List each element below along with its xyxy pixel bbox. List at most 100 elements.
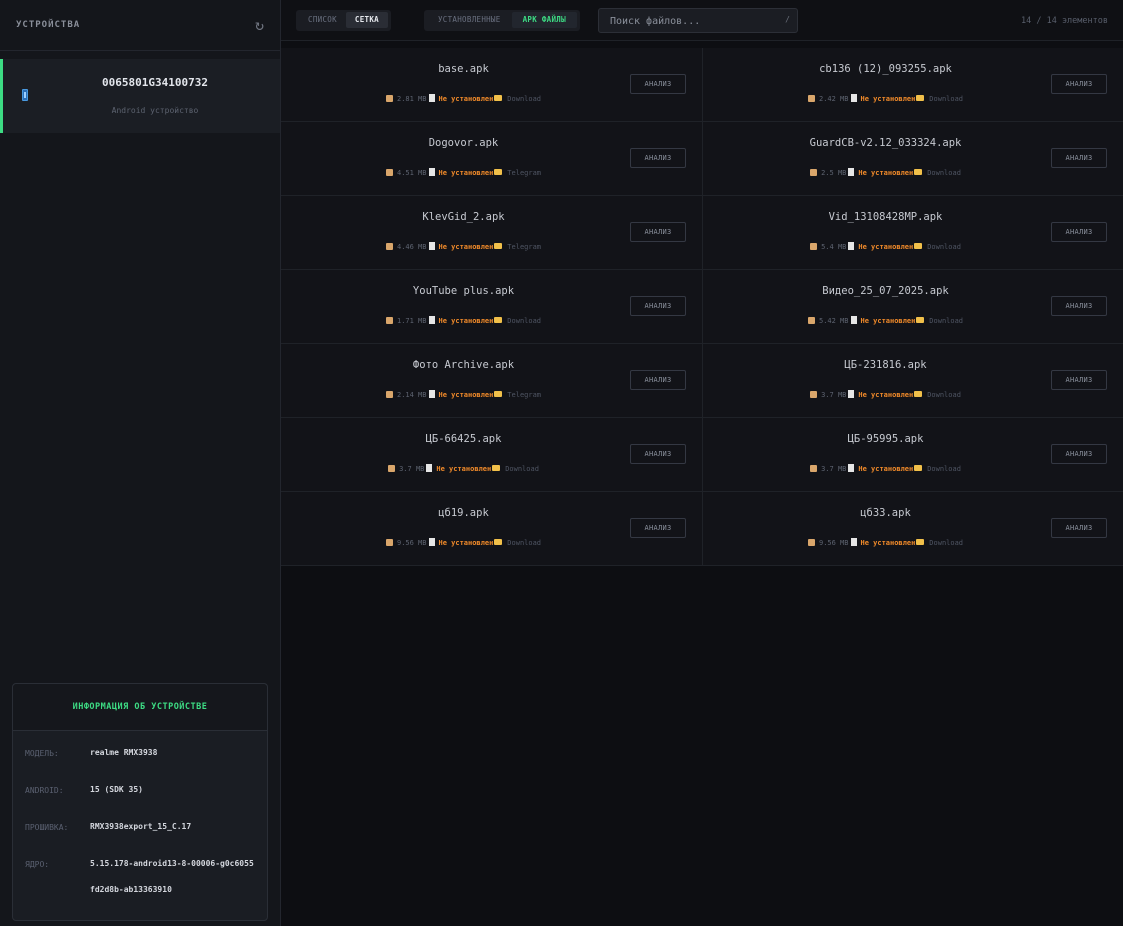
file-size: 9.56 MB: [818, 539, 849, 547]
folder-icon: [494, 95, 503, 101]
package-icon: [807, 95, 815, 102]
file-size: 1.71 MB: [396, 317, 427, 325]
install-status: Не установлен: [858, 391, 914, 399]
file-meta: 4.46 MB Не установлен Telegram: [281, 242, 646, 251]
analyze-button[interactable]: АНАЛИЗ: [630, 370, 686, 390]
file-size: 9.56 MB: [396, 539, 427, 547]
file-meta: 3.7 MB Не установлен Download: [703, 390, 1068, 399]
file-card[interactable]: ЦБ-231816.apk 3.7 MB Не установлен Download…: [703, 344, 1123, 418]
folder-icon: [916, 317, 925, 323]
toolbar: СПИСОК СЕТКА УСТАНОВЛЕННЫЕ APK ФАЙЛЫ / 1…: [281, 0, 1123, 41]
analyze-button[interactable]: АНАЛИЗ: [1051, 370, 1107, 390]
analyze-button[interactable]: АНАЛИЗ: [1051, 74, 1107, 94]
file-card[interactable]: YouTube plus.apk 1.71 MB Не установлен Down…: [281, 270, 703, 344]
filter-apk-button[interactable]: APK ФАЙЛЫ: [511, 12, 577, 28]
folder-icon: [492, 465, 501, 471]
info-value: 15 (SDK 35): [90, 785, 143, 794]
analyze-button[interactable]: АНАЛИЗ: [1051, 148, 1107, 168]
device-serial: 0065801G34100732: [102, 76, 208, 89]
analyze-button[interactable]: АНАЛИЗ: [630, 222, 686, 242]
analyze-button[interactable]: АНАЛИЗ: [630, 518, 686, 538]
search-input[interactable]: [598, 9, 797, 33]
file-meta: 3.7 MB Не установлен Download: [703, 464, 1068, 473]
file-card[interactable]: цб33.apk 9.56 MB Не установлен Download АНАЛ…: [703, 492, 1123, 566]
file-name: Dogovor.apk: [428, 137, 499, 149]
file-card[interactable]: Видео_25_07_2025.apk 5.42 MB Не установлен…: [703, 270, 1123, 344]
document-icon: [428, 242, 435, 250]
package-icon: [807, 317, 815, 324]
view-list-button[interactable]: СПИСОК: [299, 12, 346, 28]
analyze-button[interactable]: АНАЛИЗ: [630, 444, 686, 464]
analyze-button[interactable]: АНАЛИЗ: [1051, 296, 1107, 316]
install-status: Не установлен: [438, 169, 494, 177]
document-icon: [848, 464, 855, 472]
install-status: Не установлен: [860, 539, 916, 547]
file-card[interactable]: base.apk 2.81 MB Не установлен Download АНАЛ…: [281, 48, 703, 122]
file-source: Download: [927, 243, 961, 251]
document-icon: [428, 316, 435, 324]
folder-icon: [916, 95, 925, 101]
document-icon: [428, 168, 435, 176]
device-info-header: ИНФОРМАЦИЯ ОБ УСТРОЙСТВЕ: [13, 684, 267, 731]
package-icon: [385, 243, 393, 250]
analyze-button[interactable]: АНАЛИЗ: [1051, 222, 1107, 242]
file-name: GuardCB-v2.12_033324.apk: [809, 137, 962, 149]
file-card[interactable]: ЦБ-95995.apk 3.7 MB Не установлен Download А…: [703, 418, 1123, 492]
file-name: base.apk: [438, 63, 489, 75]
file-size: 5.4 MB: [821, 243, 847, 251]
package-icon: [810, 465, 818, 472]
folder-icon: [914, 169, 923, 175]
info-key: МОДЕЛЬ:: [25, 749, 59, 758]
file-card[interactable]: GuardCB-v2.12_033324.apk 2.5 MB Не установ…: [703, 122, 1123, 196]
file-source: Telegram: [507, 169, 542, 177]
file-source: Download: [929, 539, 964, 547]
file-size: 3.7 MB: [821, 391, 847, 399]
device-item[interactable]: 0065801G34100732 Android устройство: [0, 59, 280, 133]
file-meta: 2.42 MB Не установлен Download: [703, 94, 1068, 103]
file-name: cb136 (12)_093255.apk: [819, 63, 952, 75]
analyze-button[interactable]: АНАЛИЗ: [630, 74, 686, 94]
file-card[interactable]: цб19.apk 9.56 MB Не установлен Download АНАЛ…: [281, 492, 703, 566]
document-icon: [848, 390, 855, 398]
file-name: ЦБ-66425.apk: [425, 433, 502, 445]
file-size: 2.42 MB: [818, 95, 849, 103]
sidebar-title: УСТРОЙСТВА: [16, 20, 81, 30]
document-icon: [850, 538, 857, 546]
file-card[interactable]: Фото Archive.apk 2.14 MB Не установлен Tele…: [281, 344, 703, 418]
install-status: Не установлен: [860, 95, 916, 103]
folder-icon: [494, 539, 503, 545]
file-card[interactable]: ЦБ-66425.apk 3.7 MB Не установлен Download А…: [281, 418, 703, 492]
analyze-button[interactable]: АНАЛИЗ: [1051, 518, 1107, 538]
folder-icon: [914, 243, 923, 249]
file-card[interactable]: KlevGid_2.apk 4.46 MB Не установлен Telegra…: [281, 196, 703, 270]
filter-installed-button[interactable]: УСТАНОВЛЕННЫЕ: [427, 12, 512, 28]
file-source: Download: [507, 317, 542, 325]
install-status: Не установлен: [438, 243, 494, 251]
file-card[interactable]: cb136 (12)_093255.apk 2.42 MB Не установле…: [703, 48, 1123, 122]
install-status: Не установлен: [438, 95, 494, 103]
analyze-button[interactable]: АНАЛИЗ: [630, 148, 686, 168]
info-value: RMX3938export_15_C.17: [90, 822, 192, 831]
analyze-button[interactable]: АНАЛИЗ: [630, 296, 686, 316]
document-icon: [426, 464, 433, 472]
file-meta: 5.4 MB Не установлен Download: [703, 242, 1068, 251]
file-card[interactable]: Dogovor.apk 4.51 MB Не установлен Telegram А…: [281, 122, 703, 196]
view-grid-button[interactable]: СЕТКА: [345, 12, 388, 28]
folder-icon: [494, 243, 503, 249]
file-grid: base.apk 2.81 MB Не установлен Download АНАЛ…: [281, 48, 1123, 566]
file-source: Download: [507, 95, 542, 103]
search-box: /: [597, 7, 798, 33]
file-name: цб33.apk: [860, 507, 911, 519]
file-size: 2.81 MB: [396, 95, 427, 103]
refresh-icon[interactable]: ↻: [255, 16, 264, 34]
install-status: Не установлен: [858, 243, 914, 251]
file-meta: 5.42 MB Не установлен Download: [703, 316, 1068, 325]
file-name: Фото Archive.apk: [412, 359, 515, 371]
file-source: Download: [507, 539, 542, 547]
analyze-button[interactable]: АНАЛИЗ: [1051, 444, 1107, 464]
file-size: 5.42 MB: [818, 317, 849, 325]
file-name: Видео_25_07_2025.apk: [822, 285, 949, 297]
file-meta: 4.51 MB Не установлен Telegram: [281, 168, 646, 177]
file-meta: 9.56 MB Не установлен Download: [703, 538, 1068, 547]
file-card[interactable]: Vid_13108428MP.apk 5.4 MB Не установлен Dow…: [703, 196, 1123, 270]
